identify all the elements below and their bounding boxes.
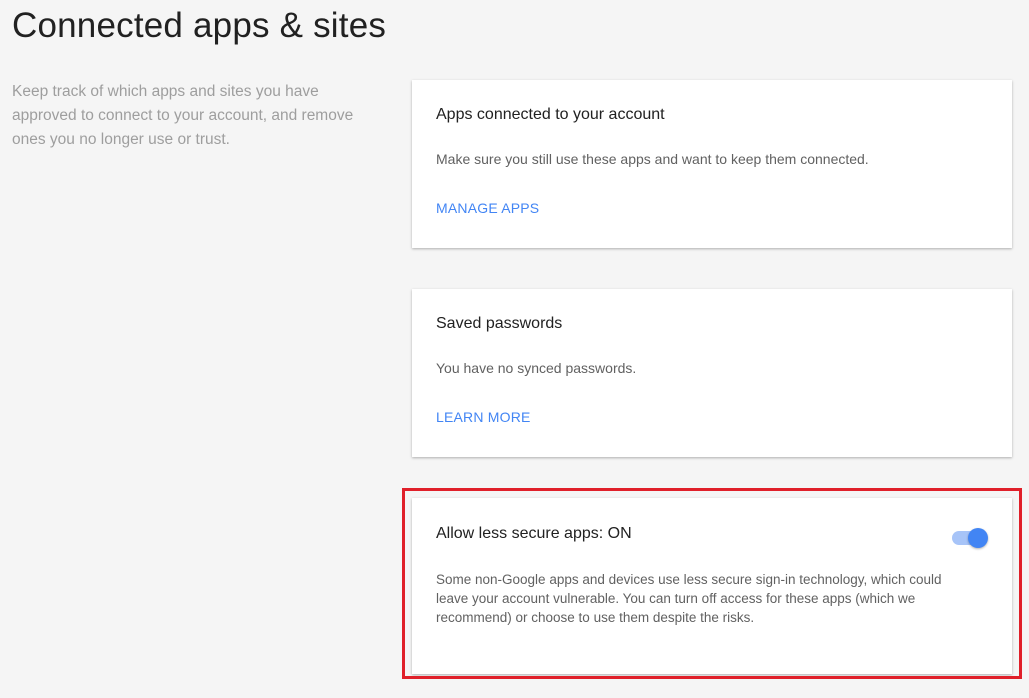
apps-connected-card: Apps connected to your account Make sure… xyxy=(412,80,1012,248)
less-secure-apps-description: Some non-Google apps and devices use les… xyxy=(436,572,942,625)
less-secure-apps-title: Allow less secure apps: ON xyxy=(436,525,632,542)
less-secure-apps-toggle[interactable] xyxy=(952,528,988,548)
apps-connected-title: Apps connected to your account xyxy=(436,106,665,123)
connected-apps-page: Connected apps & sites Keep track of whi… xyxy=(0,0,1029,698)
manage-apps-link[interactable]: MANAGE APPS xyxy=(436,200,539,216)
apps-connected-description: Make sure you still use these apps and w… xyxy=(436,151,869,167)
learn-more-link[interactable]: LEARN MORE xyxy=(436,409,531,425)
page-title: Connected apps & sites xyxy=(12,6,387,45)
saved-passwords-description: You have no synced passwords. xyxy=(436,360,637,376)
page-intro: Keep track of which apps and sites you h… xyxy=(12,83,354,148)
saved-passwords-card: Saved passwords You have no synced passw… xyxy=(412,289,1012,457)
less-secure-apps-card: Allow less secure apps: ON Some non-Goog… xyxy=(412,498,1012,674)
saved-passwords-title: Saved passwords xyxy=(436,315,563,332)
toggle-thumb xyxy=(968,528,988,548)
